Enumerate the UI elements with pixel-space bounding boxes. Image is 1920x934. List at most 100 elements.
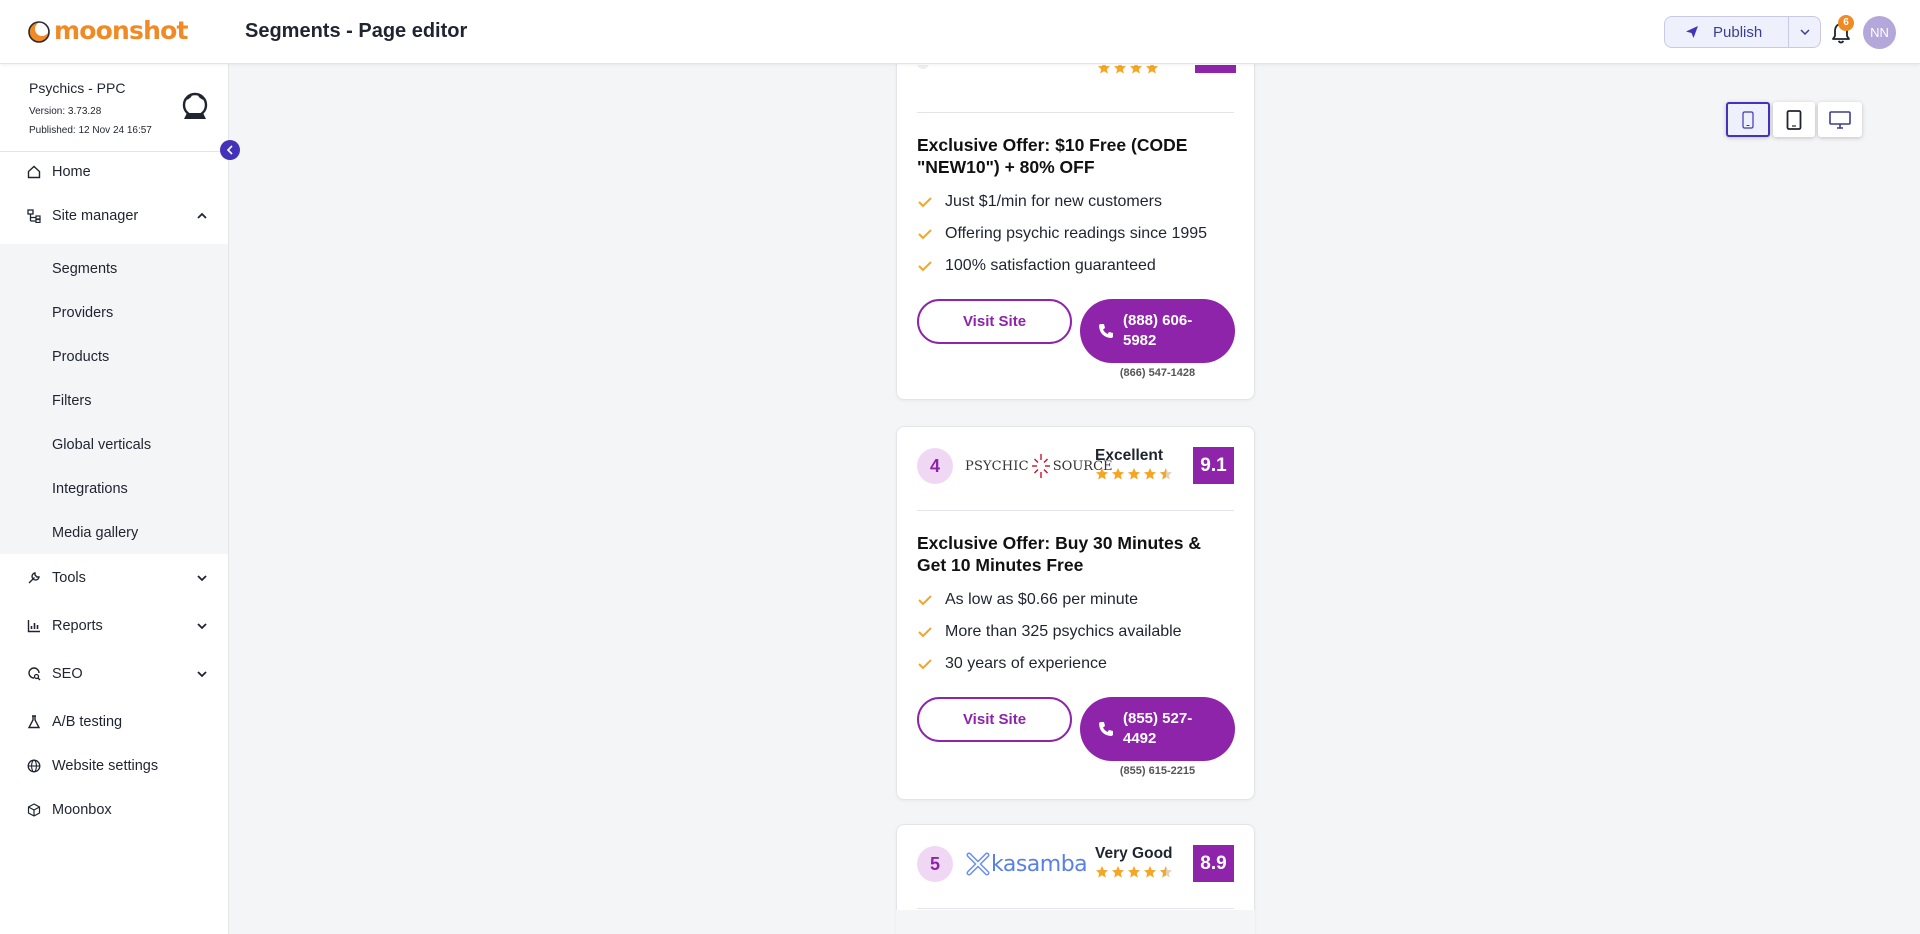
mobile-icon bbox=[1742, 110, 1754, 129]
page-title: Segments - Page editor bbox=[245, 20, 468, 42]
sidebar-item-filters[interactable]: Filters bbox=[52, 393, 91, 409]
logo-text-left: PSYCHIC bbox=[965, 458, 1029, 474]
phone-number: (855) 527-4492 bbox=[1123, 710, 1193, 747]
bar-chart-icon bbox=[27, 620, 40, 633]
sunburst-icon bbox=[1031, 454, 1050, 478]
psychic-source-logo[interactable]: PSYCHIC SOURCE bbox=[965, 450, 1113, 482]
star-rating bbox=[1095, 865, 1173, 879]
sidebar-item-products[interactable]: Products bbox=[52, 349, 109, 365]
check-icon bbox=[918, 197, 932, 208]
check-icon bbox=[918, 627, 932, 638]
star-icon bbox=[1146, 65, 1158, 74]
sidebar-item-segments[interactable]: Segments bbox=[52, 261, 117, 277]
offer-card[interactable]: Exclusive Offer: $10 Free (CODE "NEW10")… bbox=[896, 64, 1255, 400]
star-icon bbox=[1098, 65, 1110, 74]
moonshot-logo[interactable]: moonshot bbox=[26, 17, 188, 45]
publish-button[interactable]: Publish bbox=[1665, 17, 1789, 47]
feature-item: 30 years of experience bbox=[917, 655, 1107, 673]
offer-title: Exclusive Offer: $10 Free (CODE "NEW10")… bbox=[917, 135, 1188, 177]
publish-label: Publish bbox=[1713, 23, 1763, 41]
sidebar-item-label: SEO bbox=[52, 666, 83, 682]
sidebar-item-providers[interactable]: Providers bbox=[52, 305, 113, 321]
call-button[interactable]: (888) 606-5982 bbox=[1080, 299, 1235, 363]
visit-site-button[interactable]: Visit Site bbox=[917, 299, 1072, 344]
sidebar-item-site-manager[interactable]: Site manager bbox=[0, 196, 228, 236]
card-header: 5 kasamba Very Good 8.9 bbox=[917, 845, 1234, 883]
collapse-sidebar-button[interactable] bbox=[220, 140, 240, 160]
rating-word: Excellent bbox=[1095, 447, 1164, 464]
feature-item: More than 325 psychics available bbox=[917, 623, 1182, 641]
sidebar-item-home[interactable]: Home bbox=[0, 152, 228, 192]
sidebar-item-website-settings[interactable]: Website settings bbox=[0, 746, 228, 786]
feature-text: 30 years of experience bbox=[945, 655, 1107, 672]
sidebar-item-seo[interactable]: SEO bbox=[0, 654, 228, 694]
sidebar-item-label: Reports bbox=[52, 618, 103, 634]
site-manager-submenu: Segments Providers Products Filters Glob… bbox=[0, 244, 228, 554]
sidebar-item-tools[interactable]: Tools bbox=[0, 558, 228, 598]
star-icon bbox=[1144, 866, 1156, 878]
send-icon bbox=[1686, 26, 1698, 38]
sidebar-item-label: Moonbox bbox=[52, 802, 112, 818]
phone-icon bbox=[1099, 722, 1113, 736]
feature-text: As low as $0.66 per minute bbox=[945, 591, 1138, 608]
card-head-clipped bbox=[917, 65, 1236, 77]
wrench-icon bbox=[28, 572, 40, 584]
rating-word: Very Good bbox=[1095, 845, 1173, 862]
desktop-icon bbox=[1829, 110, 1851, 129]
offer-card[interactable]: 4 PSYCHIC SOURCE Excellent 9.1 Exclusive… bbox=[896, 426, 1255, 800]
chevron-down-icon bbox=[1799, 29, 1810, 35]
seo-search-icon bbox=[28, 667, 41, 681]
logo-star-burst bbox=[1030, 452, 1052, 480]
publish-split-button: Publish bbox=[1664, 16, 1821, 48]
sidebar-item-global-verticals[interactable]: Global verticals bbox=[52, 437, 151, 453]
mobile-view-button[interactable] bbox=[1726, 102, 1770, 137]
feature-text: Offering psychic readings since 1995 bbox=[945, 225, 1208, 242]
visit-site-button[interactable]: Visit Site bbox=[917, 697, 1072, 742]
sitemap-icon bbox=[27, 209, 41, 223]
home-icon bbox=[27, 165, 41, 179]
rank-badge: 4 bbox=[917, 448, 953, 484]
site-info-card[interactable]: Psychics - PPC Version: 3.73.28 Publishe… bbox=[0, 64, 228, 152]
score-badge bbox=[1195, 65, 1236, 73]
star-icon bbox=[1128, 468, 1140, 480]
check-icon bbox=[918, 261, 932, 272]
tablet-icon bbox=[1786, 109, 1802, 130]
score-badge: 8.9 bbox=[1193, 845, 1234, 882]
crystal-ball-icon bbox=[182, 92, 208, 119]
page-preview-canvas: Exclusive Offer: $10 Free (CODE "NEW10")… bbox=[229, 64, 1920, 934]
user-avatar[interactable]: NN bbox=[1863, 16, 1896, 49]
sidebar: Psychics - PPC Version: 3.73.28 Publishe… bbox=[0, 64, 229, 934]
phone-number: (888) 606-5982 bbox=[1123, 312, 1193, 349]
card-header: 4 PSYCHIC SOURCE Excellent 9.1 bbox=[917, 447, 1234, 485]
site-version: Version: 3.73.28 bbox=[29, 106, 102, 117]
sidebar-item-moonbox[interactable]: Moonbox bbox=[0, 790, 228, 830]
sidebar-item-label: Site manager bbox=[52, 208, 139, 224]
feature-item: 100% satisfaction guaranteed bbox=[917, 257, 1156, 275]
star-icon bbox=[1144, 468, 1156, 480]
chevron-down-icon bbox=[197, 575, 207, 582]
star-half-icon bbox=[1160, 866, 1172, 878]
star-rating bbox=[1095, 467, 1173, 481]
publish-options-dropdown[interactable] bbox=[1789, 17, 1820, 47]
offer-title: Exclusive Offer: Buy 30 Minutes & Get 10… bbox=[917, 533, 1201, 575]
star-half-icon bbox=[1160, 468, 1172, 480]
tablet-view-button[interactable] bbox=[1773, 102, 1815, 137]
sidebar-item-media-gallery[interactable]: Media gallery bbox=[52, 525, 138, 541]
sidebar-item-ab-testing[interactable]: A/B testing bbox=[0, 702, 228, 742]
chevron-left-icon bbox=[226, 145, 233, 155]
sidebar-item-integrations[interactable]: Integrations bbox=[52, 481, 128, 497]
feature-item: As low as $0.66 per minute bbox=[917, 591, 1138, 609]
sidebar-item-reports[interactable]: Reports bbox=[0, 606, 228, 646]
sidebar-item-label: Tools bbox=[52, 570, 86, 586]
call-button[interactable]: (855) 527-4492 bbox=[1080, 697, 1235, 761]
brand-name: moonshot bbox=[54, 16, 188, 45]
check-icon bbox=[918, 229, 932, 240]
moonshot-logo-mark-icon bbox=[28, 21, 50, 43]
score-badge: 9.1 bbox=[1193, 447, 1234, 484]
star-icon bbox=[1112, 468, 1124, 480]
kasamba-logo[interactable]: kasamba bbox=[965, 848, 1088, 880]
site-name: Psychics - PPC bbox=[29, 80, 126, 96]
check-icon bbox=[918, 595, 932, 606]
desktop-view-button[interactable] bbox=[1818, 102, 1862, 137]
brand-name: kasamba bbox=[991, 851, 1088, 877]
